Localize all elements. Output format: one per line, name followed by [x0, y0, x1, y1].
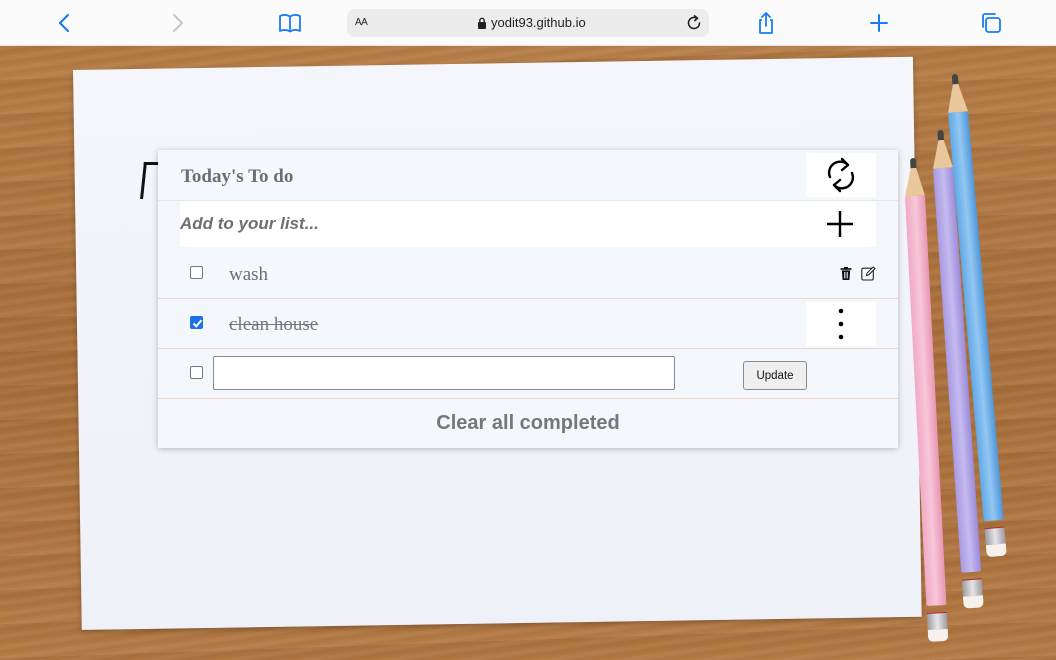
more-vertical-icon	[838, 308, 844, 340]
edit-icon[interactable]	[861, 266, 876, 281]
todo-title: Today's To do	[181, 166, 294, 187]
refresh-button[interactable]	[806, 153, 876, 197]
add-button[interactable]	[825, 209, 855, 239]
address-bar[interactable]: AA yodit93.github.io	[347, 9, 709, 37]
clear-row: Clear all completed	[158, 399, 898, 448]
update-button[interactable]: Update	[743, 361, 807, 390]
lock-icon	[478, 17, 486, 29]
forward-icon[interactable]	[165, 11, 189, 35]
more-options-button[interactable]	[806, 302, 876, 346]
bookmarks-icon[interactable]	[278, 11, 302, 35]
todo-item: clean house	[158, 299, 898, 349]
reload-icon[interactable]	[685, 14, 703, 32]
add-todo-box	[180, 201, 876, 247]
add-todo-input[interactable]	[180, 201, 780, 247]
url-text: yodit93.github.io	[491, 15, 586, 30]
todo-checkbox[interactable]	[190, 266, 203, 279]
trash-icon[interactable]	[840, 267, 852, 280]
todo-item-text: wash	[229, 264, 269, 285]
clear-completed-button[interactable]: Clear all completed	[158, 412, 898, 435]
todo-checkbox[interactable]	[190, 316, 203, 329]
plus-icon	[827, 211, 853, 237]
url-display[interactable]: yodit93.github.io	[477, 15, 586, 30]
todo-item-text: clean house	[229, 314, 319, 335]
add-todo-row	[158, 201, 898, 248]
refresh-icon	[827, 157, 855, 193]
back-icon[interactable]	[53, 11, 77, 35]
share-icon[interactable]	[754, 11, 778, 35]
todo-header: Today's To do	[158, 150, 898, 201]
reader-aa-button[interactable]: AA	[355, 17, 368, 28]
edit-todo-input[interactable]	[213, 356, 675, 390]
todo-card: Today's To do wash	[158, 150, 898, 448]
checkmark-icon	[192, 319, 203, 328]
browser-toolbar: AA yodit93.github.io	[0, 0, 1056, 46]
edit-todo-row: Update	[158, 349, 898, 399]
todo-item: wash	[158, 249, 898, 299]
new-tab-icon[interactable]	[867, 11, 891, 35]
tabs-icon[interactable]	[979, 11, 1003, 35]
todo-checkbox[interactable]	[190, 366, 203, 379]
